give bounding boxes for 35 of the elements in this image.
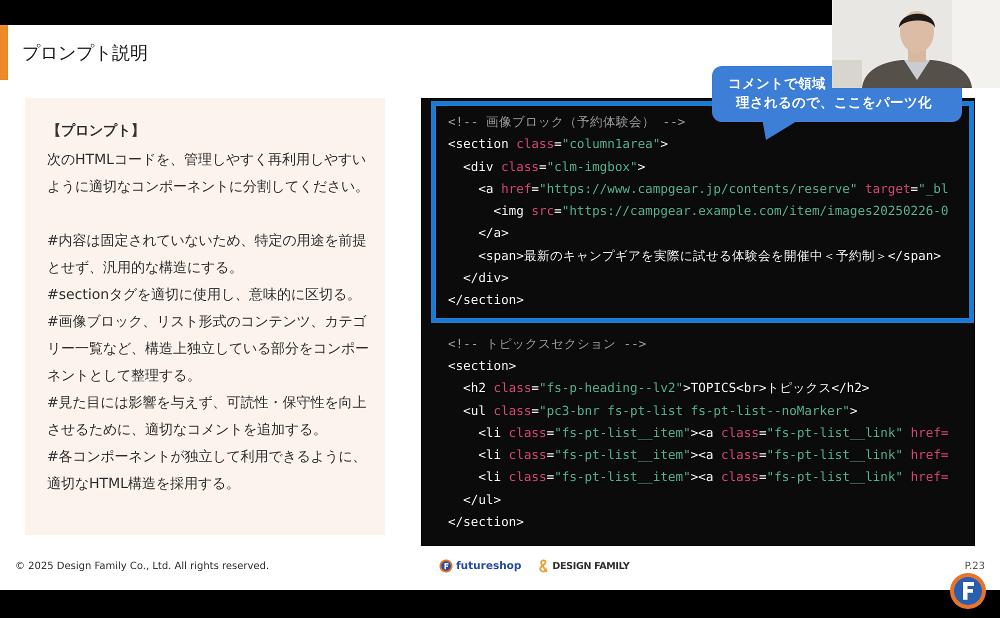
code-comment: <!-- 画像ブロック（予約体験会） --> (448, 113, 686, 131)
accent-bar (0, 25, 8, 80)
prompt-paragraph: #sectionタグを適切に使用し、意味的に区切る。 (47, 286, 362, 305)
brand-logo-text: DESIGN FAMILY (552, 560, 630, 572)
page-number: P.23 (964, 560, 985, 572)
code-comment: <!-- トピックスセクション --> (448, 334, 646, 353)
ampersand-logo-icon (539, 559, 550, 574)
code-line: <section class="column1area"> (448, 135, 668, 154)
prompt-paragraph: #画像ブロック、リスト形式のコンテンツ、カテゴリー一覧など、構造上独立している部分をコンポーネントとして整理する。 (47, 313, 370, 386)
code-line: <img src="https://campgear.example.com/item/images20250226-0 (492, 202, 948, 220)
code-line: <h2 class="fs-p-heading--lv2">TOPICS<br>トピックス</h2> (462, 379, 870, 398)
prompt-heading: 【プロンプト】 (47, 122, 146, 141)
code-line: </section> (448, 513, 524, 532)
f-logo-icon (439, 559, 454, 574)
prompt-paragraph: #内容は固定されていないため、特定の用途を前提とせず、汎用的な構造にする。 (47, 232, 368, 278)
callout-text: 理されるので、ここをパーツ化 (734, 94, 932, 113)
code-line: <a href="https://www.campgear.jp/contents/reserve" target="_bl (477, 180, 948, 198)
code-line: <li class="fs-pt-list__item"><a class="fs-pt-list__link" href= (477, 468, 949, 486)
prompt-paragraph: #各コンポーネントが独立して利用できるように、適切なHTML構造を採用する。 (47, 448, 368, 494)
copyright-text: © 2025 Design Family Co., Ltd. All rights reserved. (15, 560, 270, 572)
code-line: </section> (448, 291, 524, 310)
prompt-paragraph: 次のHTMLコードを、管理しやすく再利用しやすいように適切なコンポーネントに分割してください。 (47, 151, 370, 197)
callout-text: コメントで領域 (728, 75, 826, 94)
prompt-paragraph: #見た目には影響を与えず、可読性・保守性を向上させるために、適切なコメントを追加する。 (47, 394, 368, 440)
code-line: <span>最新のキャンプギアを実際に試せる体験会を開催中＜予約制＞</span> (477, 246, 941, 265)
code-line: <ul class="pc3-bnr fs-pt-list fs-pt-list--noMarker"> (462, 402, 858, 420)
brand-logo-text: futureshop (456, 560, 522, 572)
code-line: <div class="clm-imgbox"> (462, 158, 646, 176)
code-line: </a> (477, 224, 509, 242)
code-line: </ul> (462, 490, 502, 509)
code-line: <li class="fs-pt-list__item"><a class="fs-pt-list__link" href= (477, 424, 949, 442)
code-line: <section> (448, 356, 516, 375)
slide-title: プロンプト説明 (22, 42, 148, 64)
code-line: <li class="fs-pt-list__item"><a class="fs-pt-list__link" href= (477, 446, 949, 464)
code-line: </div> (462, 269, 509, 288)
